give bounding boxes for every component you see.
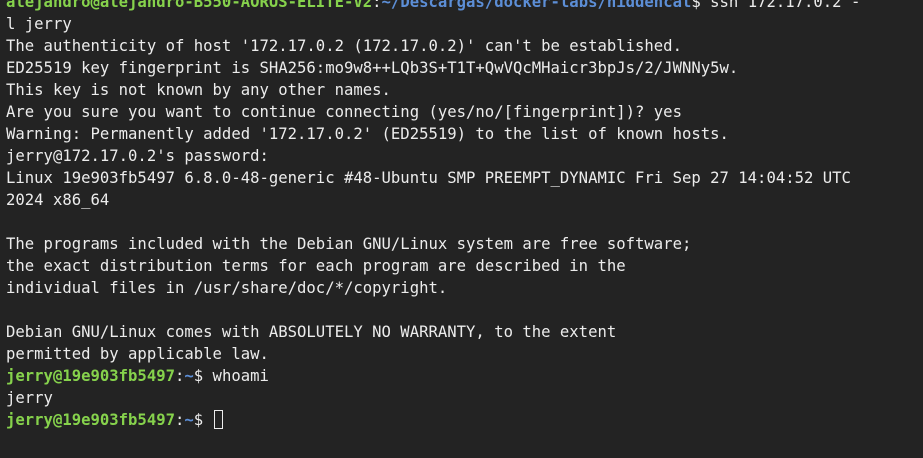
- prompt-colon: :: [175, 411, 185, 429]
- command-input[interactable]: [203, 411, 212, 429]
- terminal-line: Warning: Permanently added '172.17.0.2' …: [6, 125, 729, 143]
- terminal-line-empty: [6, 299, 923, 321]
- cursor-block: [213, 410, 223, 429]
- terminal-line-prompt: jerry@19e903fb5497:~$ whoami: [6, 365, 923, 387]
- prompt-user-host: jerry@19e903fb5497: [6, 367, 175, 385]
- terminal-line: jerry@172.17.0.2's password:: [6, 147, 269, 165]
- prompt-dollar: $: [193, 411, 204, 429]
- command-text: ssh 172.17.0.2 -: [700, 0, 861, 11]
- prompt-colon: :: [372, 0, 382, 11]
- terminal-line: The authenticity of host '172.17.0.2 (17…: [6, 37, 682, 55]
- terminal-line: permitted by applicable law.: [6, 345, 269, 363]
- terminal-line: 2024 x86_64: [6, 191, 110, 209]
- prompt-dollar: $: [691, 0, 701, 11]
- terminal-line: individual files in /usr/share/doc/*/cop…: [6, 279, 448, 297]
- prompt-path: ~/Descargas/docker-labs/hiddencat: [381, 0, 692, 11]
- terminal-line: l jerry: [6, 15, 72, 33]
- terminal-line: Debian GNU/Linux comes with ABSOLUTELY N…: [6, 323, 617, 341]
- terminal-line-empty: [6, 211, 923, 233]
- terminal-line: Are you sure you want to continue connec…: [6, 103, 682, 121]
- terminal-output: alejandro@alejandro-B550-AORUS-ELITE-V2:…: [6, 0, 923, 431]
- prompt-user-host: alejandro@alejandro-B550-AORUS-ELITE-V2: [6, 0, 373, 11]
- terminal-line: the exact distribution terms for each pr…: [6, 257, 626, 275]
- prompt-user-host: jerry@19e903fb5497: [6, 411, 175, 429]
- terminal-line: jerry: [6, 389, 53, 407]
- terminal-window[interactable]: alejandro@alejandro-B550-AORUS-ELITE-V2:…: [0, 0, 923, 458]
- terminal-line: ED25519 key fingerprint is SHA256:mo9w8+…: [6, 59, 739, 77]
- command-text: whoami: [203, 367, 269, 385]
- terminal-line: This key is not known by any other names…: [6, 81, 391, 99]
- terminal-line-prompt-active[interactable]: jerry@19e903fb5497:~$: [6, 409, 923, 431]
- prompt-dollar: $: [193, 367, 204, 385]
- prompt-path: ~: [184, 411, 194, 429]
- prompt-colon: :: [175, 367, 185, 385]
- terminal-line-prompt: alejandro@alejandro-B550-AORUS-ELITE-V2:…: [6, 0, 923, 13]
- prompt-path: ~: [184, 367, 194, 385]
- terminal-line: Linux 19e903fb5497 6.8.0-48-generic #48-…: [6, 169, 851, 187]
- terminal-line: The programs included with the Debian GN…: [6, 235, 692, 253]
